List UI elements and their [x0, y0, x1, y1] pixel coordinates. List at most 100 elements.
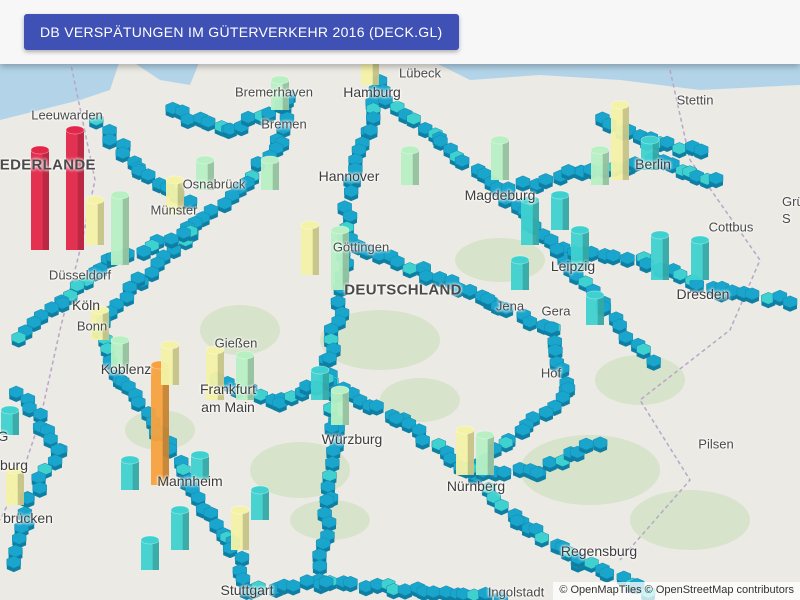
delay-column-shade — [322, 370, 329, 400]
delay-column-top — [510, 255, 530, 265]
delay-column-shade — [502, 140, 509, 180]
top-bar: DB VERSPÄTUNGEN IM GÜTERVERKEHR 2016 (DE… — [0, 0, 800, 64]
city-label-muenster: Münster — [150, 202, 198, 218]
delay-column-top — [490, 135, 510, 145]
delay-column-top — [165, 175, 185, 185]
delay-column-shade — [597, 295, 604, 325]
city-label-bonn: Bonn — [76, 318, 108, 334]
delay-column-top — [585, 290, 605, 300]
delay-column-top — [195, 155, 215, 165]
delay-column-top — [230, 505, 250, 515]
city-label-hof: Hof — [540, 365, 562, 381]
delay-column-shade — [702, 240, 709, 280]
forest-area — [630, 490, 750, 550]
city-label-ingolstadt: Ingolstadt — [487, 584, 545, 600]
delay-column-top — [300, 220, 320, 230]
delay-column-shade — [242, 510, 249, 550]
delay-column-top — [400, 145, 420, 155]
city-label-bremen: Bremen — [261, 116, 307, 132]
delay-column-top — [160, 340, 180, 350]
city-label-nuernberg: Nürnberg — [446, 478, 506, 494]
delay-column-top — [270, 75, 290, 85]
city-label-leeuwarden: Leeuwarden — [31, 107, 103, 123]
delay-column-shade — [412, 150, 419, 185]
city-label-jena: Jena — [495, 298, 525, 314]
delay-column-shade — [342, 390, 349, 425]
city-label-saarbruecken-partial: brücken — [3, 510, 53, 526]
delay-column-shade — [562, 195, 569, 230]
delay-column-shade — [487, 435, 494, 475]
city-label-stettin: Stettin — [676, 92, 714, 108]
delay-column-top — [110, 190, 130, 200]
delay-column-top — [330, 225, 350, 235]
city-label-mannheim: Mannheim — [157, 473, 223, 489]
country-label-niederlande: NIEDERLANDE — [0, 156, 96, 174]
city-label-pilsen: Pilsen — [698, 436, 734, 452]
delay-column-shade — [152, 540, 159, 570]
delay-column-shade — [77, 130, 84, 250]
delay-column-top — [260, 155, 280, 165]
delay-column-shade — [522, 260, 529, 290]
delay-column-top — [190, 450, 210, 460]
delay-column-shade — [17, 470, 24, 505]
city-label-gera: Gera — [541, 303, 571, 319]
delay-column-top — [120, 455, 140, 465]
delay-column-shade — [272, 160, 279, 190]
delay-column-shade — [467, 430, 474, 475]
delay-column-top — [650, 230, 670, 240]
city-label-luebeck: Lübeck — [399, 65, 441, 81]
delay-column-top — [0, 405, 20, 415]
city-label-duesseldorf: Düsseldorf — [48, 267, 112, 283]
delay-column-shade — [532, 200, 539, 245]
city-label-wuerzburg: Würzburg — [321, 431, 383, 447]
delay-column-shade — [622, 105, 629, 180]
city-label-dresden: Dresden — [676, 286, 730, 302]
delay-column-shade — [97, 200, 104, 245]
delay-column-top — [640, 135, 660, 145]
city-label-regensburg: Regensburg — [560, 543, 638, 559]
city-label-bremerhaven: Bremerhaven — [234, 84, 314, 100]
delay-column-shade — [132, 460, 139, 490]
city-label-hannover: Hannover — [318, 168, 380, 184]
delay-column-shade — [182, 510, 189, 550]
delay-column-shade — [662, 235, 669, 280]
delay-column-top — [475, 430, 495, 440]
delay-column-top — [170, 505, 190, 515]
city-label-stuttgart: Stuttgart — [220, 582, 274, 598]
delay-column-top — [610, 100, 630, 110]
delay-column-top — [455, 425, 475, 435]
delay-column-top — [85, 195, 105, 205]
delay-column-top — [570, 225, 590, 235]
delay-column-shade — [122, 195, 129, 265]
delay-column-top — [550, 190, 570, 200]
city-label-osnabrueck: Osnabrück — [182, 176, 246, 192]
delay-column-top — [590, 145, 610, 155]
delay-column-top — [310, 365, 330, 375]
map-attribution[interactable]: © OpenMapTiles © OpenStreetMap contribut… — [553, 582, 800, 600]
delay-column-shade — [262, 490, 269, 520]
city-label-cottbus: Cottbus — [708, 219, 754, 235]
city-label-koblenz: Koblenz — [100, 361, 152, 377]
delay-column-top — [30, 145, 50, 155]
city-label-partial-west-g: G — [0, 428, 9, 444]
title-button[interactable]: DB VERSPÄTUNGEN IM GÜTERVERKEHR 2016 (DE… — [24, 14, 459, 50]
delay-column-top — [250, 485, 270, 495]
map-view[interactable]: NIEDERLANDE DEUTSCHLAND Lübeck Bremerhav… — [0, 0, 800, 600]
delay-column-top — [235, 350, 255, 360]
delay-column-top — [110, 335, 130, 345]
city-label-berlin: Berlin — [635, 156, 671, 172]
delay-column-top — [330, 385, 350, 395]
city-label-leipzig: Leipzig — [550, 258, 596, 274]
city-label-partial-east: Grü S — [782, 194, 800, 226]
delay-column-shade — [172, 345, 179, 385]
city-label-frankfurt: Frankfurt am Main — [199, 381, 256, 415]
delay-column-top — [65, 125, 85, 135]
city-label-koeln: Köln — [71, 297, 101, 313]
country-label-deutschland: DEUTSCHLAND — [344, 281, 462, 299]
city-label-hamburg: Hamburg — [343, 84, 401, 100]
city-label-giessen: Gießen — [214, 335, 258, 351]
delay-column-top — [140, 535, 160, 545]
city-label-magdeburg: Magdeburg — [464, 187, 536, 203]
delay-column-shade — [312, 225, 319, 275]
city-label-goettingen: Göttingen — [332, 239, 390, 255]
